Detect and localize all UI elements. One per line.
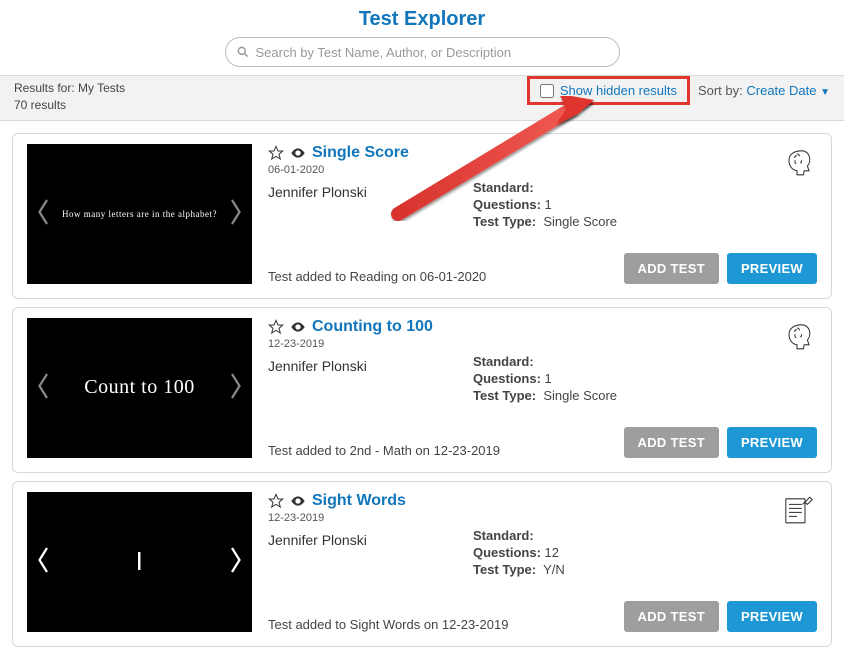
add-test-button[interactable]: ADD TEST	[624, 253, 719, 284]
search-wrap	[0, 37, 844, 75]
test-card: How many letters are in the alphabet? Si…	[12, 133, 832, 299]
thumb-prev[interactable]	[35, 197, 53, 231]
preview-button[interactable]: PREVIEW	[727, 427, 817, 458]
preview-button[interactable]: PREVIEW	[727, 601, 817, 632]
test-title-link[interactable]: Single Score	[312, 144, 409, 162]
test-date: 12-23-2019	[268, 338, 817, 350]
worksheet-icon	[781, 494, 813, 529]
thumb-text: Count to 100	[53, 376, 226, 399]
search-box[interactable]	[225, 37, 620, 67]
search-input[interactable]	[256, 45, 609, 60]
sort-by: Sort by: Create Date ▼	[698, 83, 830, 98]
add-test-button[interactable]: ADD TEST	[624, 601, 719, 632]
test-title-link[interactable]: Sight Words	[312, 492, 406, 510]
star-icon[interactable]	[268, 493, 284, 509]
sort-by-label: Sort by:	[698, 83, 743, 98]
brain-icon	[781, 320, 813, 355]
thumb-prev[interactable]	[35, 371, 53, 405]
caret-down-icon: ▼	[820, 87, 830, 98]
thumb-text: I	[53, 546, 226, 577]
thumb-text: How many letters are in the alphabet?	[53, 209, 226, 219]
test-date: 06-01-2020	[268, 164, 817, 176]
test-date: 12-23-2019	[268, 512, 817, 524]
eye-icon[interactable]	[290, 145, 306, 161]
test-cards: How many letters are in the alphabet? Si…	[0, 121, 844, 659]
search-icon	[236, 45, 250, 59]
eye-icon[interactable]	[290, 493, 306, 509]
results-for-label: Results for: My Tests	[14, 80, 125, 97]
test-thumbnail: I	[27, 492, 252, 632]
show-hidden-label[interactable]: Show hidden results	[560, 83, 677, 98]
page-title: Test Explorer	[0, 0, 844, 37]
test-meta: Standard: Questions: 1 Test Type: Single…	[473, 180, 617, 231]
star-icon[interactable]	[268, 319, 284, 335]
eye-icon[interactable]	[290, 319, 306, 335]
test-thumbnail: How many letters are in the alphabet?	[27, 144, 252, 284]
show-hidden-results-box: Show hidden results	[527, 76, 690, 105]
thumb-next[interactable]	[226, 197, 244, 231]
add-test-button[interactable]: ADD TEST	[624, 427, 719, 458]
thumb-prev[interactable]	[35, 545, 53, 579]
results-count: 70 results	[14, 97, 125, 114]
test-thumbnail: Count to 100	[27, 318, 252, 458]
test-meta: Standard: Questions: 12 Test Type: Y/N	[473, 528, 565, 579]
test-title-link[interactable]: Counting to 100	[312, 318, 433, 336]
brain-icon	[781, 146, 813, 181]
test-card: Count to 100 Counting to 100 12-23-2019 …	[12, 307, 832, 473]
results-bar: Results for: My Tests 70 results Show hi…	[0, 75, 844, 121]
thumb-next[interactable]	[226, 545, 244, 579]
test-card: I Sight Words 12-23-2019 Jennifer Plonsk…	[12, 481, 832, 647]
preview-button[interactable]: PREVIEW	[727, 253, 817, 284]
sort-by-value[interactable]: Create Date ▼	[746, 83, 830, 98]
thumb-next[interactable]	[226, 371, 244, 405]
star-icon[interactable]	[268, 145, 284, 161]
test-meta: Standard: Questions: 1 Test Type: Single…	[473, 354, 617, 405]
show-hidden-checkbox[interactable]	[540, 84, 554, 98]
